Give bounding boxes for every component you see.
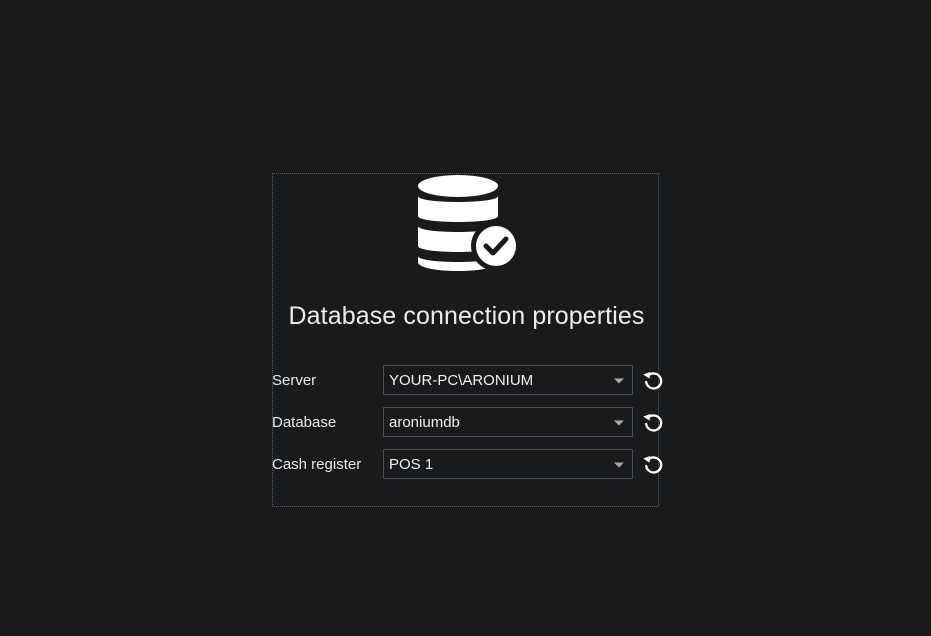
server-value: YOUR-PC\ARONIUM (389, 372, 534, 389)
refresh-icon[interactable] (642, 411, 664, 433)
chevron-down-icon (614, 420, 624, 426)
cash-register-label: Cash register (272, 456, 362, 473)
dialog-title: Database connection properties (288, 302, 645, 330)
server-row: Server YOUR-PC\ARONIUM (272, 365, 672, 395)
database-label: Database (272, 414, 337, 431)
database-value: aroniumdb (389, 414, 460, 431)
refresh-icon[interactable] (642, 369, 664, 391)
database-select[interactable]: aroniumdb (383, 407, 633, 437)
cash-register-select[interactable]: POS 1 (383, 449, 633, 479)
chevron-down-icon (614, 462, 624, 468)
connection-panel: Database connection properties Server YO… (272, 173, 663, 507)
cash-register-row: Cash register POS 1 (272, 449, 672, 479)
server-select[interactable]: YOUR-PC\ARONIUM (383, 365, 633, 395)
refresh-icon[interactable] (642, 453, 664, 475)
chevron-down-icon (614, 378, 624, 384)
cash-register-value: POS 1 (389, 456, 434, 473)
database-row: Database aroniumdb (272, 407, 672, 437)
server-label: Server (272, 372, 317, 389)
database-check-icon (418, 175, 520, 271)
